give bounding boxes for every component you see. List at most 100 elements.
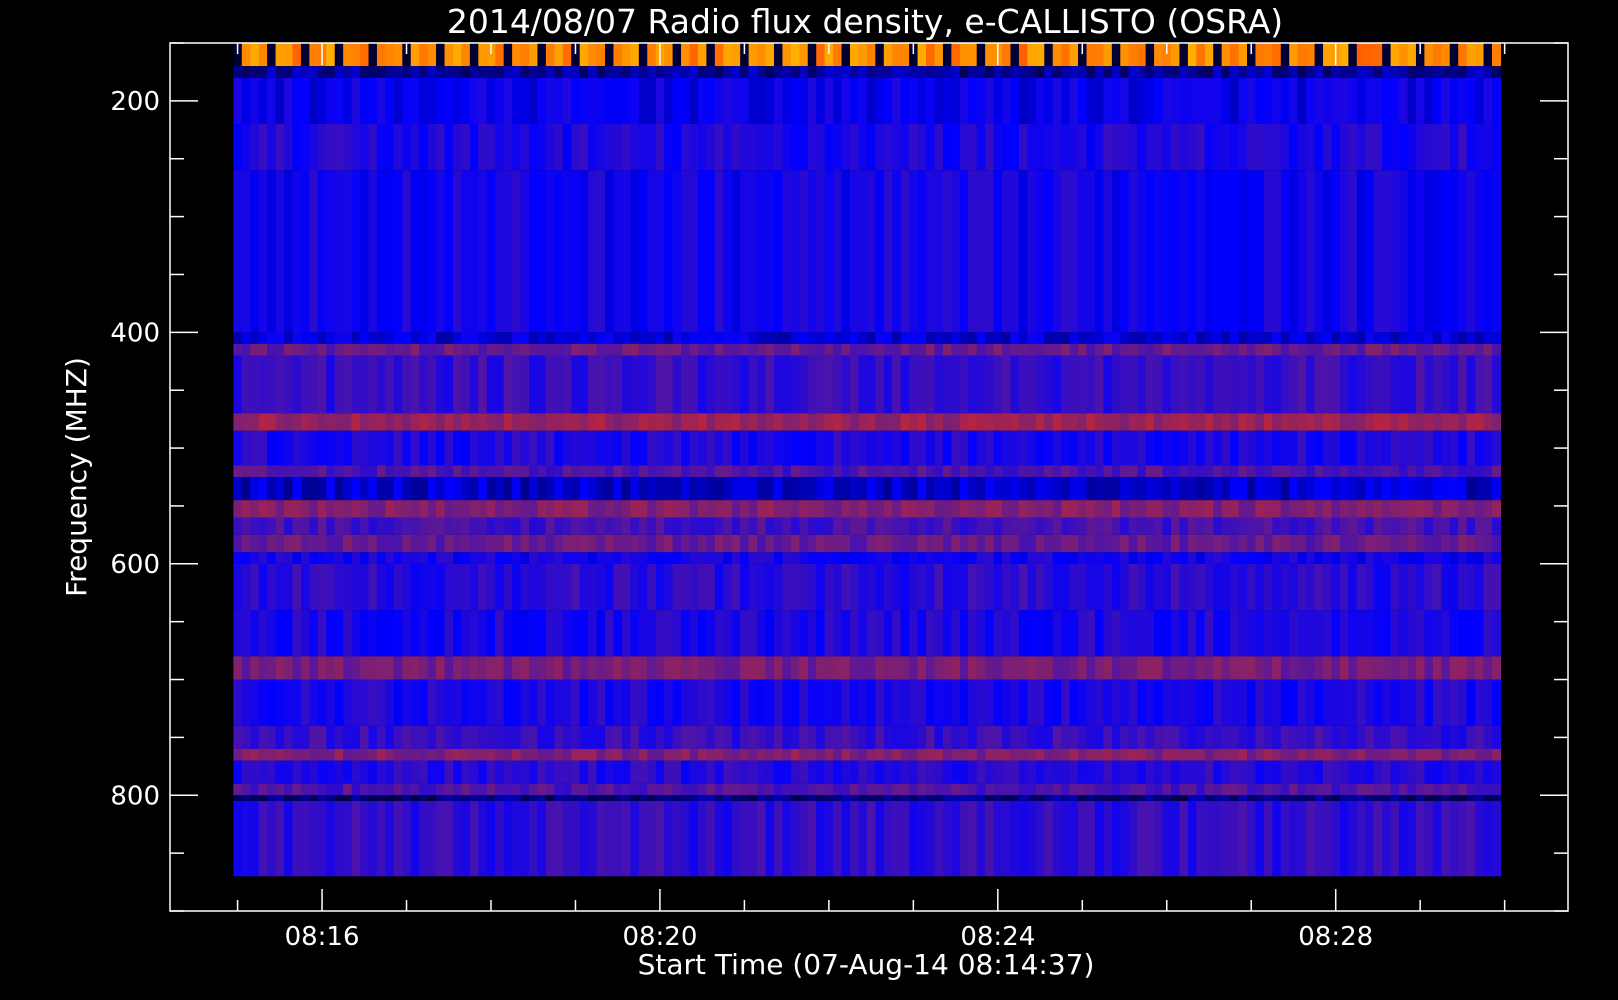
heatmap-cell	[1466, 343, 1476, 356]
heatmap-cell	[664, 413, 674, 431]
heatmap-cell	[892, 170, 902, 333]
heatmap-cell	[630, 801, 640, 877]
heatmap-cell	[1373, 66, 1383, 78]
heatmap-cell	[554, 534, 564, 553]
heatmap-cell	[1230, 124, 1240, 171]
heatmap-cell	[495, 517, 505, 535]
heatmap-cell	[588, 534, 598, 553]
heatmap-cell	[1306, 656, 1316, 680]
heatmap-cell	[326, 517, 336, 535]
heatmap-cell	[233, 413, 243, 431]
heatmap-cell	[1365, 170, 1375, 333]
heatmap-cell	[571, 656, 581, 680]
heatmap-cell	[993, 748, 1003, 761]
heatmap-cell	[1331, 725, 1341, 749]
heatmap-cell	[554, 43, 564, 67]
heatmap-cell	[478, 760, 488, 784]
heatmap-cell	[951, 343, 961, 356]
heatmap-cell	[1314, 563, 1324, 611]
heatmap-cell	[334, 43, 344, 67]
heatmap-cell	[1162, 748, 1172, 761]
heatmap-cell	[1061, 563, 1071, 611]
heatmap-cell	[1289, 656, 1299, 680]
heatmap-cell	[351, 534, 361, 553]
heatmap-cell	[968, 552, 978, 564]
heatmap-cell	[1238, 534, 1248, 553]
heatmap-cell	[1289, 43, 1299, 67]
heatmap-cell	[681, 610, 691, 657]
heatmap-cell	[731, 552, 741, 564]
heatmap-cell	[697, 465, 707, 477]
heatmap-cell	[1078, 534, 1088, 553]
frequency-band	[233, 43, 1502, 67]
heatmap-cell	[1128, 610, 1138, 657]
heatmap-cell	[1213, 534, 1223, 553]
heatmap-cell	[292, 170, 302, 333]
heatmap-cell	[284, 43, 294, 67]
heatmap-cell	[909, 610, 919, 657]
heatmap-cell	[748, 500, 758, 518]
heatmap-cell	[740, 795, 750, 802]
heatmap-cell	[1044, 517, 1054, 535]
heatmap-cell	[351, 795, 361, 802]
heatmap-cell	[1348, 66, 1358, 78]
heatmap-cell	[1204, 465, 1214, 477]
heatmap-cell	[562, 679, 572, 726]
heatmap-cell	[621, 465, 631, 477]
heatmap-cell	[385, 500, 395, 518]
heatmap-cell	[1373, 355, 1383, 414]
heatmap-cell	[985, 355, 995, 414]
heatmap-cell	[1187, 43, 1197, 67]
heatmap-cell	[385, 563, 395, 611]
heatmap-cell	[647, 610, 657, 657]
heatmap-cell	[1069, 795, 1079, 802]
heatmap-cell	[427, 124, 437, 171]
heatmap-cell	[782, 534, 792, 553]
heatmap-cell	[309, 795, 319, 802]
heatmap-cell	[360, 679, 370, 726]
heatmap-cell	[1331, 610, 1341, 657]
heatmap-cell	[875, 656, 885, 680]
heatmap-cell	[926, 77, 936, 125]
heatmap-cell	[309, 563, 319, 611]
heatmap-cell	[1348, 725, 1358, 749]
heatmap-cell	[799, 355, 809, 414]
heatmap-cell	[1052, 656, 1062, 680]
heatmap-cell	[376, 534, 386, 553]
heatmap-cell	[976, 610, 986, 657]
heatmap-cell	[934, 534, 944, 553]
heatmap-cell	[1331, 563, 1341, 611]
heatmap-cell	[892, 783, 902, 796]
heatmap-cell	[681, 77, 691, 125]
heatmap-cell	[495, 343, 505, 356]
heatmap-cell	[1230, 43, 1240, 67]
heatmap-cell	[267, 343, 277, 356]
heatmap-cell	[419, 43, 429, 67]
heatmap-cell	[655, 332, 665, 344]
heatmap-cell	[866, 124, 876, 171]
heatmap-cell	[985, 610, 995, 657]
heatmap-cell	[849, 43, 860, 67]
heatmap-cell	[1187, 760, 1197, 784]
heatmap-cell	[529, 77, 539, 125]
heatmap-cell	[723, 500, 733, 518]
heatmap-cell	[469, 124, 479, 171]
heatmap-cell	[714, 66, 724, 78]
heatmap-cell	[1061, 77, 1071, 125]
heatmap-cell	[1094, 66, 1105, 78]
heatmap-cell	[1035, 610, 1045, 657]
heatmap-cell	[1204, 563, 1214, 611]
heatmap-cell	[1483, 332, 1493, 344]
frequency-band	[233, 66, 1502, 78]
heatmap-cell	[613, 332, 623, 344]
heatmap-cell	[1365, 534, 1375, 553]
heatmap-cell	[1339, 563, 1349, 611]
heatmap-cell	[1018, 563, 1028, 611]
heatmap-cell	[1018, 760, 1028, 784]
heatmap-cell	[647, 465, 657, 477]
heatmap-cell	[807, 783, 817, 796]
heatmap-cell	[1069, 413, 1079, 431]
heatmap-cell	[351, 679, 361, 726]
heatmap-cell	[1179, 760, 1189, 784]
heatmap-cell	[537, 760, 547, 784]
